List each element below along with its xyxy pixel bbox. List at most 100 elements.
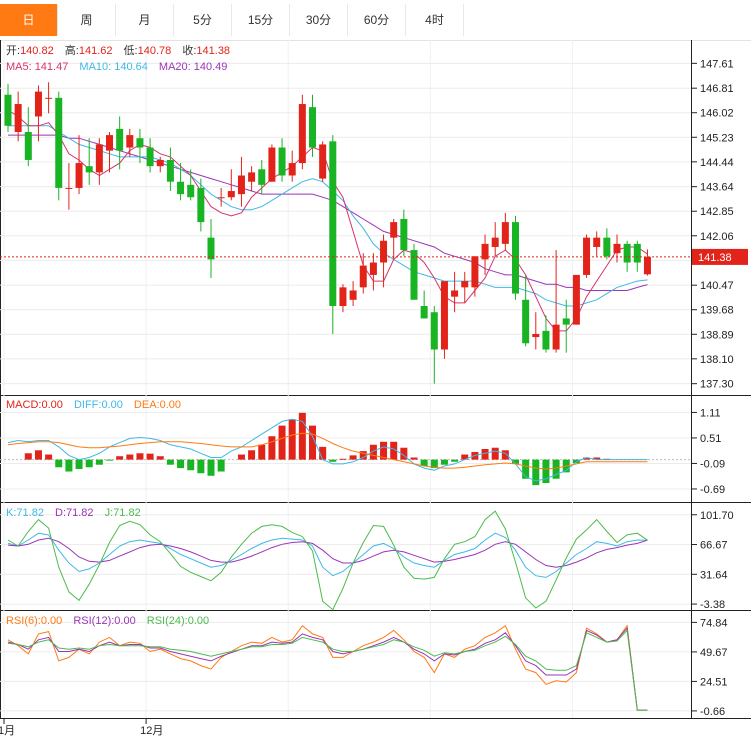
- candle-body: [4, 94, 12, 126]
- kdj-panel: 101.70 66.67 31.64 -3.38: [0, 510, 734, 611]
- candle-body: [583, 237, 591, 275]
- d-label: D:: [55, 507, 66, 519]
- candle-body: [177, 181, 185, 195]
- candle-body: [369, 262, 377, 275]
- macd-bar: [349, 455, 357, 460]
- candle-body: [319, 144, 327, 179]
- candle-body: [116, 128, 124, 151]
- macd-bar: [75, 459, 83, 469]
- price-tick-label: 138.10: [700, 354, 734, 366]
- tab-week[interactable]: 周: [58, 4, 116, 36]
- candle-body: [420, 306, 428, 319]
- candle-body: [451, 290, 459, 297]
- macd-label: MACD:: [6, 399, 41, 411]
- ma10-line: [8, 125, 648, 307]
- tab-5min[interactable]: 5分: [174, 4, 232, 36]
- kdj-tick-label: 31.64: [700, 569, 728, 581]
- macd-bar: [288, 419, 296, 460]
- diff-series: [7, 418, 648, 482]
- tab-day[interactable]: 日: [0, 4, 58, 36]
- price-tick-label: 147.61: [700, 58, 734, 70]
- candle-body: [613, 243, 621, 254]
- d-series: [7, 537, 648, 568]
- tab-30min[interactable]: 30分: [290, 4, 348, 36]
- candle-body: [593, 237, 601, 247]
- candle-body: [227, 191, 235, 198]
- macd-bar: [95, 459, 103, 465]
- macd-bar: [166, 459, 174, 465]
- candle-body: [532, 333, 540, 338]
- candle-body: [643, 256, 651, 275]
- macd-value: 0.00: [41, 399, 62, 411]
- macd-bar: [85, 459, 93, 468]
- candle-body: [572, 274, 580, 325]
- tab-4hour[interactable]: 4时: [406, 4, 464, 36]
- macd-panel: 1.11 0.51 -0.09 -0.69: [0, 407, 725, 496]
- candle-body: [430, 312, 438, 350]
- ma5-series: [7, 109, 648, 332]
- price-tick-label: 143.64: [700, 182, 734, 194]
- macd-bar: [197, 459, 205, 474]
- macd-tick-label: -0.09: [700, 458, 725, 470]
- high-label: 高:: [65, 43, 79, 57]
- low-value: 140.78: [138, 45, 172, 57]
- macd-bar: [501, 450, 509, 460]
- rsi-tick-label: 74.84: [700, 617, 728, 629]
- price-tick-label: 140.47: [700, 280, 734, 292]
- candle-body: [400, 219, 408, 251]
- candle-body: [55, 97, 63, 188]
- tab-15min[interactable]: 15分: [232, 4, 290, 36]
- kdj-tick-label: -3.38: [700, 599, 725, 611]
- macd-bar: [298, 412, 306, 460]
- candle-body: [562, 318, 570, 325]
- candle-body: [491, 237, 499, 247]
- macd-bar: [146, 453, 154, 460]
- macd-tick-label: -0.69: [700, 484, 725, 496]
- macd-bar: [136, 453, 144, 460]
- candle-body: [106, 135, 113, 151]
- candle-body: [85, 166, 93, 173]
- price-tick-label: 145.23: [700, 132, 734, 144]
- price-tick-label: 139.68: [700, 305, 734, 317]
- j-series: [7, 510, 648, 611]
- x-axis-labels: 1月 12月: [0, 718, 163, 737]
- candle-body: [309, 107, 316, 148]
- rsi6-line: [7, 624, 648, 711]
- macd-tick-label: 0.51: [700, 433, 721, 445]
- tab-month[interactable]: 月: [116, 4, 174, 36]
- price-tick-label: 142.85: [700, 206, 734, 218]
- kdj-tick-label: 101.70: [700, 510, 734, 522]
- ma20-series: [8, 134, 648, 291]
- rsi12-value: 0.00: [114, 615, 135, 627]
- macd-bar: [451, 459, 459, 462]
- macd-bar: [440, 459, 448, 465]
- candle-body: [339, 287, 347, 306]
- d-value: 71.82: [66, 507, 94, 519]
- candle-body: [390, 222, 398, 238]
- macd-bar: [339, 458, 347, 460]
- close-label: 收:: [182, 43, 196, 57]
- tab-60min[interactable]: 60分: [348, 4, 406, 36]
- candles: [4, 82, 651, 384]
- rsi24-line: [7, 629, 648, 711]
- rsi-tick-label: -0.66: [700, 706, 725, 718]
- candle-body: [207, 237, 215, 260]
- macd-axis: 1.11 0.51 -0.09 -0.69: [691, 407, 725, 496]
- macd-bar: [126, 454, 134, 460]
- open-value: 140.82: [20, 45, 54, 57]
- macd-bar: [217, 459, 225, 472]
- price-tick-label: 144.44: [700, 157, 734, 169]
- price-panel: 147.61 146.81 146.02 145.23 144.44 143.64 142.…: [0, 58, 748, 391]
- kline-chart[interactable]: 147.61 146.81 146.02 145.23 144.44 143.64 142.…: [0, 40, 751, 753]
- macd-bar: [45, 454, 53, 460]
- diff-label: DIFF:: [74, 399, 102, 411]
- macd-bar: [237, 454, 245, 460]
- kdj-readout: K:71.82 D:71.82 J:71.82: [6, 507, 141, 519]
- ma5-line: [7, 109, 648, 332]
- ma10-label: MA10:: [79, 61, 111, 73]
- rsi6-value: 0.00: [41, 615, 62, 627]
- candle-body: [623, 243, 631, 263]
- candle-body: [34, 91, 42, 117]
- price-tick-label: 146.81: [700, 83, 734, 95]
- candle-body: [45, 97, 53, 99]
